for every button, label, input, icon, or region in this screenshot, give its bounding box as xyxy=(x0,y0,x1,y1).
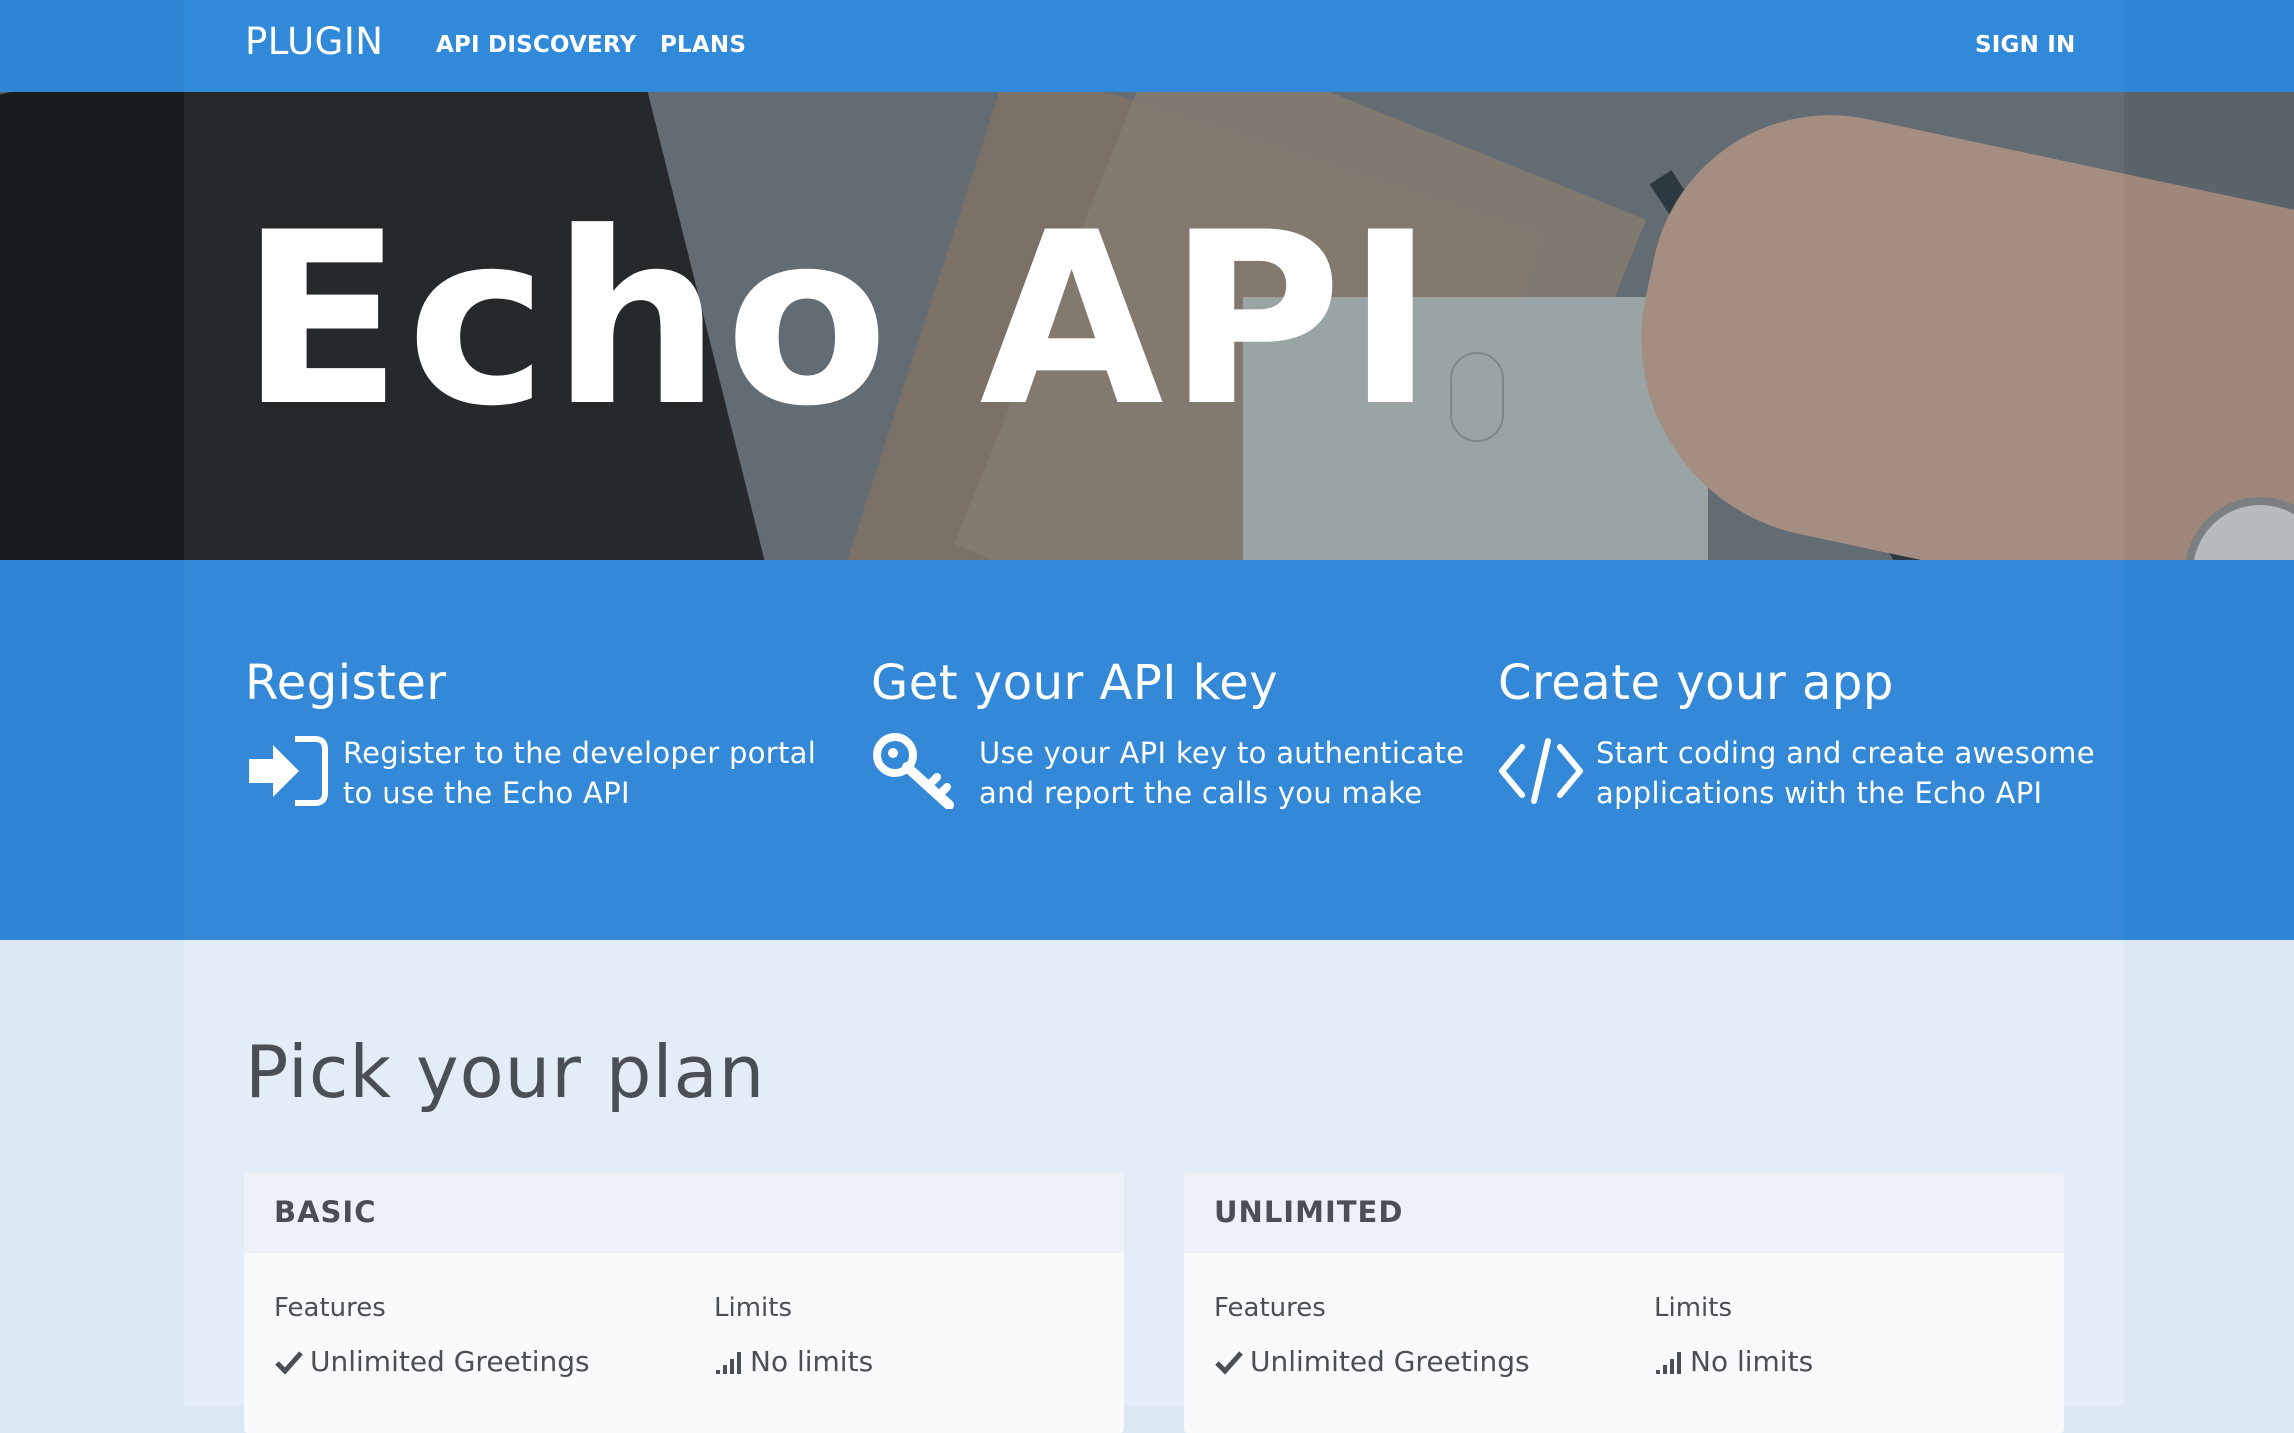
plan-header: BASIC xyxy=(244,1173,1124,1253)
features-column: Features Unlimited Greetings xyxy=(1214,1293,1530,1378)
features-column: Features Unlimited Greetings xyxy=(274,1293,590,1378)
step-description: Register to the developer portal to use … xyxy=(343,736,817,810)
limit-item: No limits xyxy=(1654,1345,1813,1378)
step-description: Start coding and create awesome applicat… xyxy=(1596,736,2095,810)
nav-link-plans[interactable]: PLANS xyxy=(660,32,746,58)
limits-column: Limits No limits xyxy=(714,1293,873,1378)
features-label: Features xyxy=(274,1293,386,1323)
step-register: Register Register to the developer porta… xyxy=(245,655,845,813)
limit-text: No limits xyxy=(1690,1345,1814,1378)
limit-item: No limits xyxy=(714,1345,873,1378)
feature-text: Unlimited Greetings xyxy=(1250,1345,1530,1378)
plans-title: Pick your plan xyxy=(245,1030,766,1114)
brand-logo[interactable]: PLUGIN xyxy=(245,20,383,63)
plan-card-basic[interactable]: BASIC Features Unlimited Greetings Limit… xyxy=(244,1173,1124,1433)
step-title: Register xyxy=(245,655,447,711)
hero-title: Echo API xyxy=(240,182,1439,459)
feature-item: Unlimited Greetings xyxy=(1214,1345,1530,1378)
step-title: Create your app xyxy=(1498,655,1894,711)
feature-item: Unlimited Greetings xyxy=(274,1345,590,1378)
plan-header: UNLIMITED xyxy=(1184,1173,2064,1253)
limits-column: Limits No limits xyxy=(1654,1293,1813,1378)
sign-in-icon xyxy=(249,736,328,806)
step-description: Use your API key to authenticate and rep… xyxy=(979,736,1465,810)
features-label: Features xyxy=(1214,1293,1326,1323)
limit-text: No limits xyxy=(750,1345,874,1378)
step-title: Get your API key xyxy=(871,655,1279,711)
signal-bars-icon xyxy=(716,1351,741,1374)
feature-text: Unlimited Greetings xyxy=(310,1345,590,1378)
plan-name: UNLIMITED xyxy=(1214,1195,1404,1229)
signal-bars-icon xyxy=(1656,1351,1681,1374)
sign-in-link[interactable]: SIGN IN xyxy=(1975,32,2075,58)
nav-link-api-discovery[interactable]: API DISCOVERY xyxy=(436,32,636,58)
step-create-app: Create your app Start coding and create … xyxy=(1498,655,2098,813)
limits-label: Limits xyxy=(1654,1293,1732,1323)
code-icon xyxy=(1499,738,1583,804)
step-api-key: Get your API key Use your API key to aut… xyxy=(871,655,1471,813)
plan-name: BASIC xyxy=(274,1195,377,1229)
plan-card-unlimited[interactable]: UNLIMITED Features Unlimited Greetings L… xyxy=(1184,1173,2064,1433)
checkmark-icon xyxy=(1215,1350,1243,1375)
top-navbar: PLUGIN API DISCOVERY PLANS SIGN IN xyxy=(0,0,2294,92)
key-icon xyxy=(873,733,954,809)
limits-label: Limits xyxy=(714,1293,792,1323)
checkmark-icon xyxy=(275,1350,303,1375)
